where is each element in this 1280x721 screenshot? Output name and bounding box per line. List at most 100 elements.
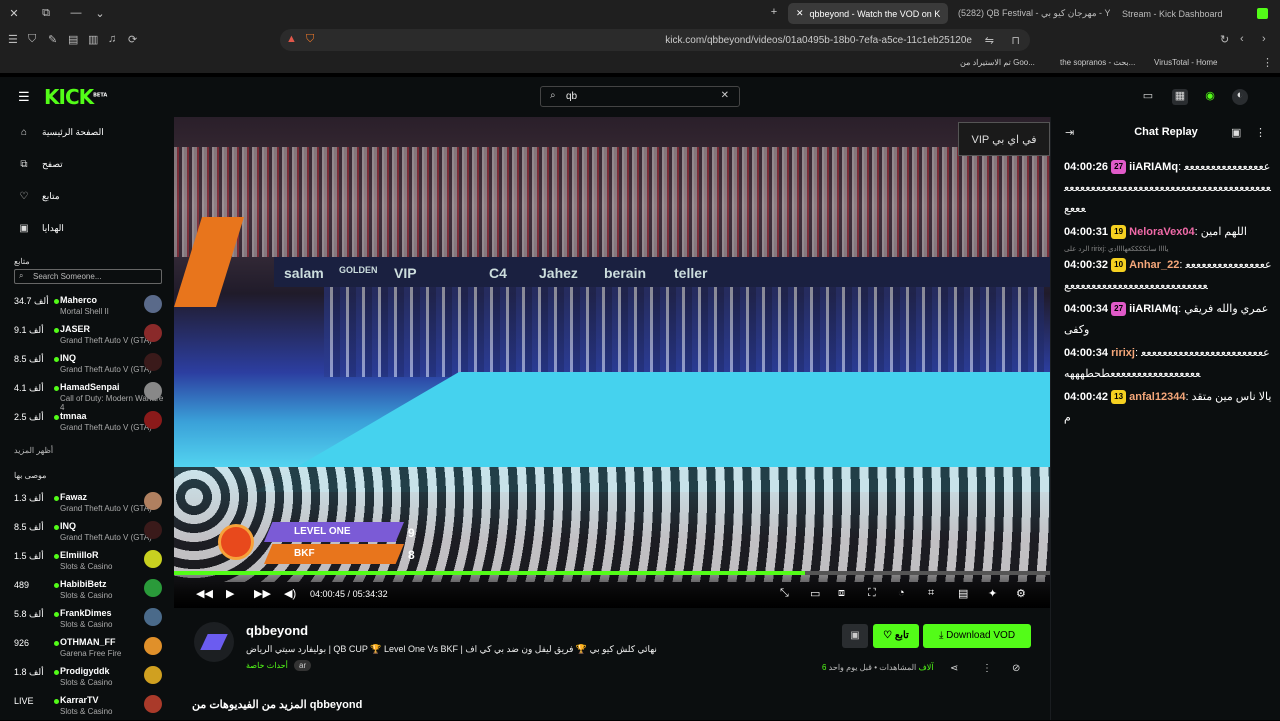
show-more-link[interactable]: أظهر المزيد [14,446,53,455]
chat-username[interactable]: iiARIAMq [1129,303,1178,315]
bookmark-imported[interactable]: تم الاستيراد من Goo... [960,58,1035,67]
team1-name: LEVEL ONE [294,526,351,537]
reader-icon[interactable]: ▤ [68,33,78,46]
tab-qb-festival[interactable]: (5282) QB Festival - مهرجان كيو بي - Y [950,3,1110,24]
sidebar-channel-item[interactable]: 1.3 ألف Fawaz Grand Theft Auto V (GTA) [14,490,164,518]
live-dot-icon [54,328,59,333]
fast-forward-icon[interactable]: ▶▶ [254,587,271,600]
video-player[interactable]: salam GOLDEN VIP C4 Jahez berain teller … [174,117,1050,608]
brave-shield-icon[interactable]: ⛉ [306,33,314,46]
close-tab-icon[interactable]: ✕ [796,8,804,19]
channel-name[interactable]: qbbeyond [246,623,308,638]
site-settings-icon[interactable]: ⇋ [985,34,994,47]
chat-message: 04:00:34 27 iiARIAMq: عمري والله فريقي و… [1064,302,1269,336]
nav-browse[interactable]: ⧉ تصفح [18,155,62,173]
minimize-window-icon[interactable]: — [64,7,88,19]
hamburger-menu-icon[interactable]: ☰ [18,89,30,105]
bookmarks-more-icon[interactable]: ⋮ [1262,56,1273,69]
bookmark-icon[interactable]: ⊓ [1011,34,1020,47]
reload-icon[interactable]: ↻ [1220,33,1229,46]
banner-word: teller [674,265,708,281]
url-field[interactable]: ▲ ⛉ kick.com/qbbeyond/videos/01a0495b-18… [280,29,1030,51]
clip-icon[interactable]: ⌗ [928,587,934,600]
chat-options-icon[interactable]: ⋮ [1255,126,1266,139]
sidebar-channel-item[interactable]: 2.5 ألف tmnaa Grand Theft Auto V (GTA) [14,409,164,437]
status-icon[interactable]: ◉ [1202,89,1218,105]
kick-logo[interactable]: KICKBETA [44,85,107,109]
speed-icon[interactable]: ◔ [898,587,905,599]
bookmark-virustotal[interactable]: VirusTotal - Home [1154,58,1217,67]
nav-gifts[interactable]: ▣ الهدايا [18,219,64,237]
sidebar-search-input[interactable]: ⌕ Search Someone... [14,269,162,284]
sidebar-channel-item[interactable]: 8.5 ألف INQ Grand Theft Auto V (GTA) [14,351,164,379]
mini-player-icon[interactable]: ⤡ [780,587,789,600]
chat-username[interactable]: ririxj [1111,347,1135,359]
warning-icon: ▲ [286,33,297,45]
chat-username[interactable]: anfal12344 [1129,391,1185,403]
chat-username[interactable]: NeloraVex04 [1129,226,1194,238]
sidebar-channel-item[interactable]: 4.1 ألف HamadSenpai Call of Duty: Modern W… [14,380,164,412]
music-icon[interactable]: ♫ [108,33,116,45]
chat-username[interactable]: Anhar_22 [1129,259,1179,271]
shield-icon[interactable]: ⛉ [28,33,36,46]
extensions-icon[interactable]: ✎ [48,33,57,46]
tab-list-chevron-icon[interactable]: ⌄ [88,7,112,20]
menu-icon[interactable]: ☰ [8,33,18,46]
hide-icon[interactable]: ⊘ [1012,663,1020,674]
follow-button[interactable]: ♡ تابع [873,624,919,648]
layout-icon[interactable]: ▦ [1172,89,1188,105]
bookmark-sopranos[interactable]: the sopranos - بحث... [1060,58,1135,67]
close-window-icon[interactable]: ✕ [2,7,26,20]
scoreboard-team1: LEVEL ONE [264,522,404,542]
nav-following[interactable]: ♡ متابع [18,187,60,205]
download-vod-button[interactable]: ⤓ Download VOD [923,624,1031,648]
sidebar-channel-item[interactable]: 34.7 ألف Maherco Mortal Shell II [14,293,164,321]
live-dot-icon [54,386,59,391]
restore-window-icon[interactable]: ⧉ [34,7,58,20]
sidebar-channel-item[interactable]: LIVE KarrarTV Slots & Casino [14,693,164,721]
viewer-count: 1.8 ألف [14,667,44,677]
fullscreen-icon[interactable]: ⛶ [868,587,876,600]
back-icon[interactable]: ‹ [1240,33,1244,45]
sidebar-channel-item[interactable]: 9.1 ألف JASER Grand Theft Auto V (GTA) [14,322,164,350]
sidebar-channel-item[interactable]: 5.8 ألف FrankDimes Slots & Casino [14,606,164,634]
share-icon[interactable]: ⋖ [950,663,958,674]
user-avatar[interactable]: ◐ [1232,89,1248,105]
forward-icon[interactable]: › [1262,33,1266,45]
sidebar-channel-item[interactable]: 489 HabibiBetz Slots & Casino [14,577,164,605]
tab-kick-dashboard[interactable]: Stream - Kick Dashboard [1114,3,1274,24]
channel-category: Grand Theft Auto V (GTA) [60,423,152,432]
nav-home[interactable]: ⌂ الصفحة الرئيسية [18,123,104,141]
live-dot-icon [54,299,59,304]
sparkle-icon[interactable]: ✦ [988,587,997,600]
play-icon[interactable]: ▶ [226,587,234,600]
volume-icon[interactable]: ◀) [284,587,296,600]
more-options-icon[interactable]: ⋮ [982,663,992,674]
clear-search-icon[interactable]: ✕ [721,90,729,101]
language-tag[interactable]: ar [294,660,312,671]
chat-users-icon[interactable]: ▣ [1231,126,1241,139]
sidebar-channel-item[interactable]: 1.8 ألف Prodigyddk Slots & Casino [14,664,164,692]
settings-gear-icon[interactable]: ⚙ [1016,587,1026,600]
channel-avatar[interactable] [194,622,234,662]
channel-avatar [144,353,162,371]
sidebar-icon[interactable]: ▥ [88,33,98,46]
theater-icon[interactable]: ▭ [810,587,820,600]
theater-mode-icon[interactable]: ▭ [1140,89,1156,105]
sync-icon[interactable]: ⟳ [128,33,137,46]
sidebar-channel-item[interactable]: 1.5 ألف ElmiilloR Slots & Casino [14,548,164,576]
pip-icon[interactable]: ⧈ [838,587,845,600]
sidebar-channel-item[interactable]: 926 OTHMAN_FF Garena Free Fire [14,635,164,663]
rewind-icon[interactable]: ◀◀ [196,587,213,600]
quality-icon[interactable]: ▤ [958,587,968,600]
search-input[interactable]: ⌕ qb ✕ [540,86,740,107]
gift-sub-button[interactable]: ▣ [842,624,868,648]
sidebar-channel-item[interactable]: 8.5 ألف INQ Grand Theft Auto V (GTA) [14,519,164,547]
follow-label: تابع [894,630,909,641]
category-tag[interactable]: أحداث خاصة [246,661,288,670]
banner-word: C4 [489,265,507,281]
tab-qbbeyond-vod[interactable]: ✕ qbbeyond - Watch the VOD on K [788,3,948,24]
chat-username[interactable]: iiARIAMq [1129,161,1178,173]
chat-title: Chat Replay [1134,126,1198,138]
new-tab-icon[interactable]: + [762,6,786,18]
